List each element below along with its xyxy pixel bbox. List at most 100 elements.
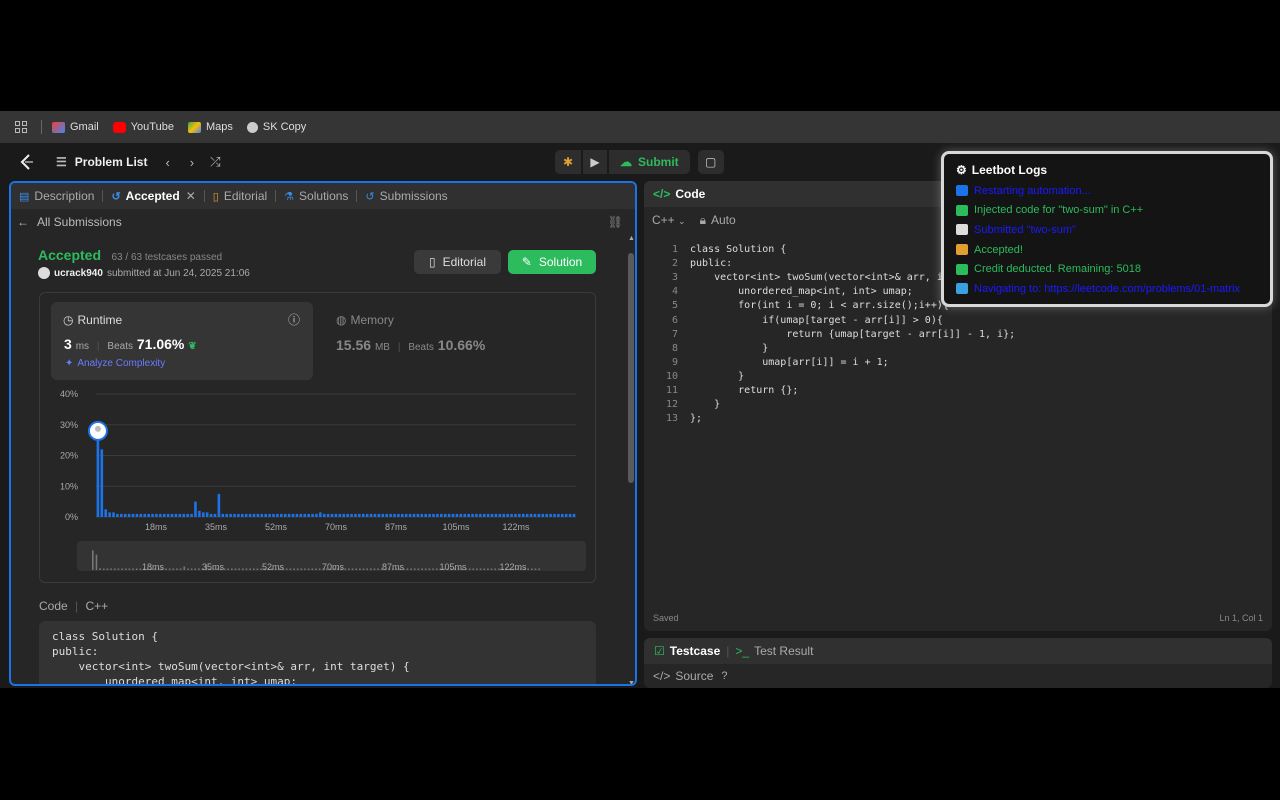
runtime-distribution-chart[interactable]: 40% 30% 20% 10% 0% 18ms 35ms 52ms 70ms 87ms 105ms 1… (40, 386, 595, 586)
editorial-button[interactable]: ▯ Editorial (414, 250, 501, 274)
chevron-left-icon[interactable]: ‹ (165, 155, 169, 170)
chart-bar (104, 509, 108, 517)
analyze-complexity-link[interactable]: ✦ Analyze Complexity (65, 358, 165, 369)
tab-editorial[interactable]: ▯ Editorial (213, 189, 267, 203)
overview-bar (110, 568, 112, 570)
line-number: 5 (671, 300, 678, 312)
info-icon[interactable]: ⓘ (288, 311, 300, 328)
all-submissions-link[interactable]: All Submissions (37, 215, 122, 229)
chart-bar (564, 513, 568, 517)
flask-icon: ⚗ (284, 190, 295, 203)
list-icon: ☰ (56, 155, 67, 169)
tab-description[interactable]: ▤ Description (19, 189, 94, 203)
overview-bar (92, 550, 94, 570)
memory-card[interactable]: ◍ Memory 15.56 MB | Beats 10.66% (336, 313, 485, 353)
submissions-back-bar: ← All Submissions ⛓ (11, 209, 635, 235)
chart-bar (264, 513, 268, 517)
scrollbar-thumb[interactable] (628, 253, 634, 483)
code-line: } (690, 399, 721, 411)
apps-grid-icon[interactable] (15, 121, 27, 133)
chart-bar (521, 513, 525, 517)
overview-bar (468, 568, 471, 570)
tab-code[interactable]: Code (675, 187, 705, 201)
tab-testcase[interactable]: Testcase (670, 644, 720, 658)
overview-bar (417, 568, 420, 570)
code-icon: </> (653, 669, 671, 683)
overview-bar (304, 568, 306, 570)
notes-button[interactable]: ▢ (697, 150, 724, 174)
chart-bar (295, 513, 299, 517)
submit-button[interactable]: ☁ Submit (609, 150, 690, 174)
submitted-code-block[interactable]: class Solution {public: vector<int> twoS… (39, 621, 596, 684)
chart-bar (311, 513, 314, 517)
overview-bar (117, 568, 120, 570)
avatar[interactable] (38, 267, 50, 279)
solution-button[interactable]: ✎ Solution (508, 250, 596, 274)
chart-bar (354, 513, 357, 517)
bookmark-gmail[interactable]: Gmail (52, 121, 99, 133)
problem-list-button[interactable]: ☰ Problem List (56, 155, 147, 169)
chart-bar (127, 513, 131, 517)
x-tick-label: 35ms (205, 522, 228, 532)
scroll-down-icon[interactable]: ▼ (628, 680, 635, 684)
chevron-right-icon[interactable]: › (190, 155, 194, 170)
runtime-beats: 71.06% (136, 336, 185, 352)
shuffle-icon[interactable]: ⤮ (210, 154, 220, 170)
runtime-card[interactable]: ◷ Runtime ⓘ 3 ms | Beats 71.06% ❦ ✦ Analyz… (51, 302, 313, 380)
user-marker-head (94, 425, 101, 432)
auto-mode[interactable]: Auto (711, 213, 736, 227)
overview-bar (432, 568, 434, 570)
chart-bar (365, 513, 369, 517)
chart-bar (463, 513, 467, 517)
overview-bar (176, 568, 178, 570)
code-line: public: (690, 258, 733, 270)
log-status-icon (956, 244, 968, 256)
language-select[interactable]: C++ ⌄ (652, 213, 686, 227)
log-entry: Restarting automation... (956, 181, 1258, 201)
x-tick-label: 122ms (502, 522, 530, 532)
tab-accepted[interactable]: ↺ Accepted ✕ (111, 189, 195, 203)
overview-bar (472, 568, 475, 570)
tab-submissions[interactable]: ↺ Submissions (365, 189, 447, 203)
chart-bar (560, 513, 564, 517)
chart-bar (518, 513, 521, 517)
bookmark-maps[interactable]: Maps (187, 121, 233, 133)
clock-icon: ◷ (63, 313, 74, 327)
bookmark-youtube[interactable]: YouTube (112, 121, 174, 133)
chart-bar (155, 513, 158, 517)
link-icon[interactable]: ⛓ (608, 215, 623, 229)
memory-beats: 10.66% (437, 337, 486, 353)
submitted-at: submitted at Jun 24, 2025 21:06 (106, 267, 250, 279)
close-icon[interactable]: ✕ (186, 189, 196, 203)
arrow-left-icon[interactable]: ← (17, 215, 29, 229)
chart-bar (205, 512, 209, 517)
tab-test-result[interactable]: Test Result (754, 644, 813, 658)
debug-button[interactable]: ✱ (555, 150, 581, 174)
help-icon[interactable]: ? (721, 670, 727, 682)
chart-bar (287, 513, 291, 517)
chart-bar (174, 513, 178, 517)
tab-divider (356, 190, 358, 202)
leetcode-logo-icon[interactable] (18, 153, 36, 171)
left-tabs: ▤ Description ↺ Accepted ✕ ▯ Editorial ⚗ Solu… (11, 183, 635, 209)
overview-tick-label: 52ms (262, 562, 285, 572)
username[interactable]: ucrack940 (54, 268, 103, 279)
overview-bar (183, 566, 186, 570)
overview-tick-label: 35ms (202, 562, 225, 572)
chart-bar (428, 513, 431, 517)
chart-bar (100, 449, 104, 517)
left-scrollbar[interactable]: ▲ ▼ (628, 235, 635, 684)
scroll-up-icon[interactable]: ▲ (628, 235, 635, 242)
chart-bar (451, 513, 455, 517)
chart-bar (358, 513, 361, 517)
tab-divider (102, 190, 104, 202)
run-button[interactable]: ▶ (583, 150, 607, 174)
tab-solutions[interactable]: ⚗ Solutions (284, 189, 348, 203)
overview-bar (285, 568, 288, 570)
chart-bar (303, 513, 307, 517)
bookmark-sk-copy[interactable]: SK Copy (246, 121, 306, 133)
overview-bar (307, 568, 310, 570)
chart-bar (116, 513, 119, 517)
chart-bar (217, 493, 221, 517)
source-label[interactable]: Source (675, 669, 713, 683)
